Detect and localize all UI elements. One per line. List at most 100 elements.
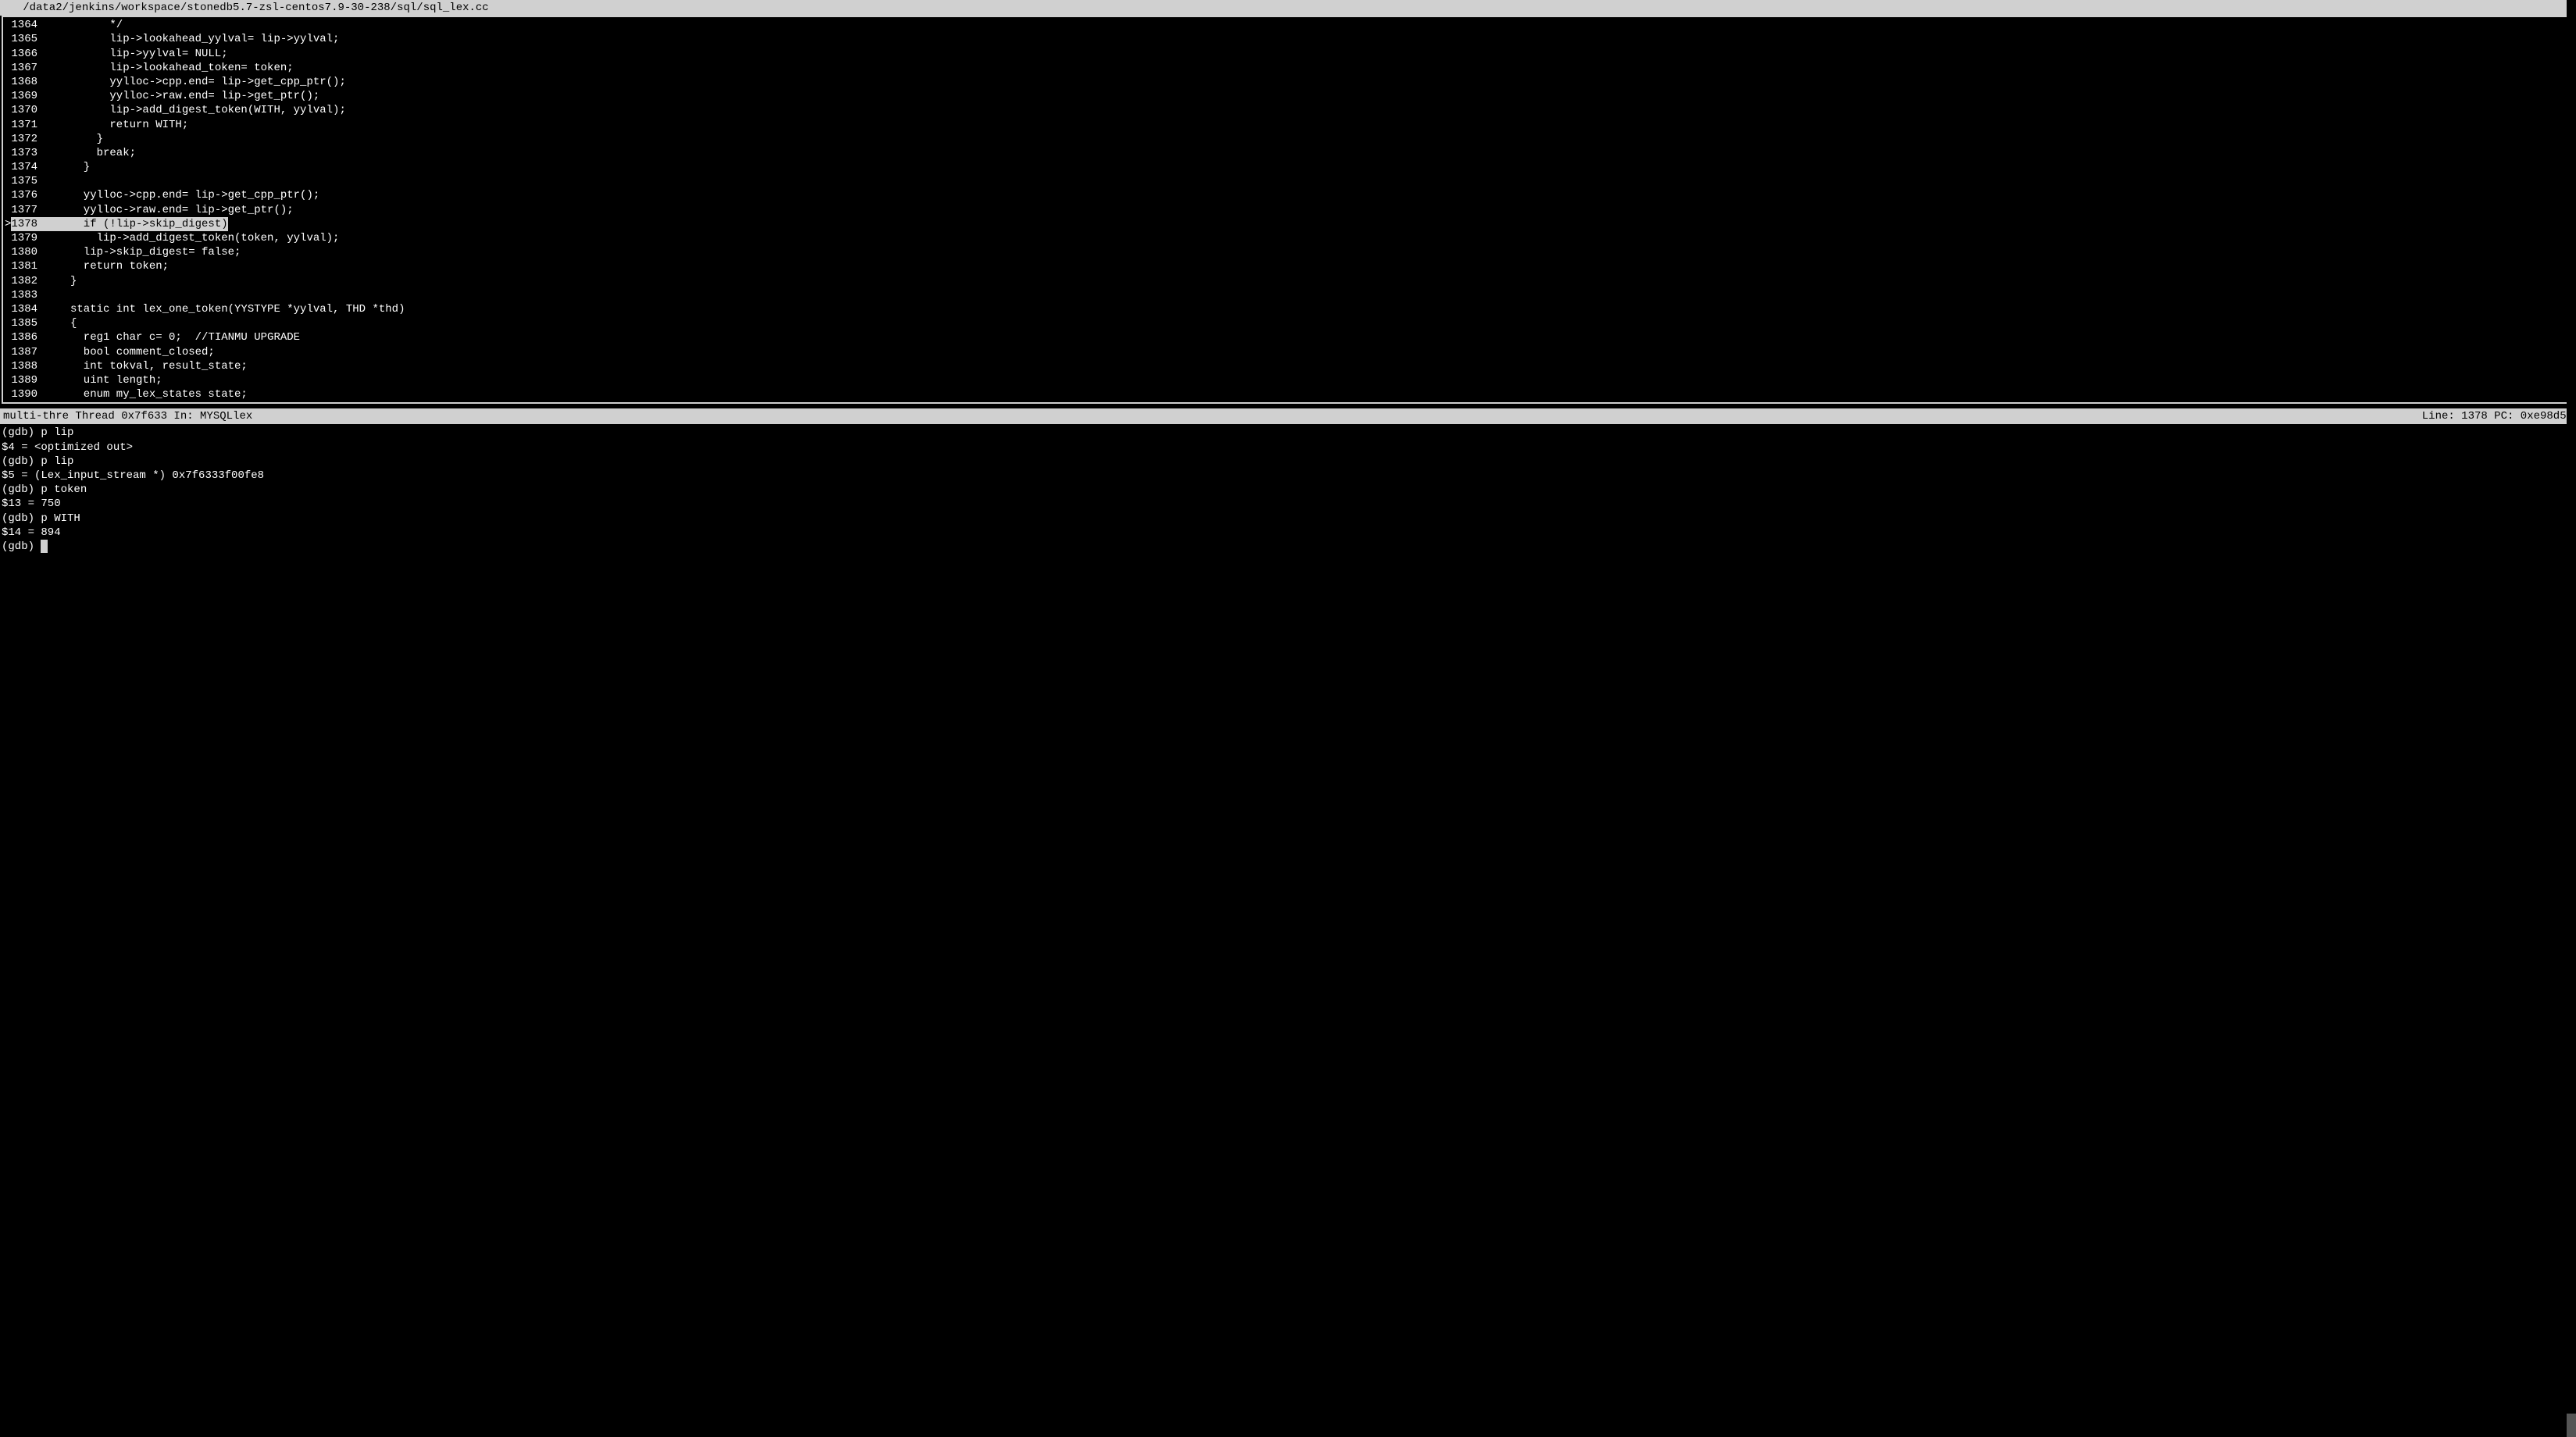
source-line: 1368 yylloc->cpp.end= lip->get_cpp_ptr()…	[5, 75, 2571, 89]
line-number: 1389	[11, 373, 44, 387]
console-line: $4 = <optimized out>	[2, 440, 2574, 455]
line-number: 1382	[11, 274, 44, 288]
status-right: Line: 1378 PC: 0xe98d58	[2422, 409, 2573, 423]
source-line: 1373 break;	[5, 146, 2571, 160]
code-text: bool comment_closed;	[44, 345, 2571, 359]
code-text: int tokval, result_state;	[44, 359, 2571, 373]
current-line-marker	[5, 103, 11, 117]
current-line-marker	[5, 288, 11, 302]
source-pane[interactable]: 1364 */ 1365 lip->lookahead_yylval= lip-…	[2, 16, 2574, 404]
code-text	[44, 288, 2571, 302]
source-line: 1365 lip->lookahead_yylval= lip->yylval;	[5, 32, 2571, 46]
source-line: 1380 lip->skip_digest= false;	[5, 245, 2571, 259]
current-line-marker	[5, 231, 11, 245]
code-text: lip->lookahead_token= token;	[44, 61, 2571, 75]
current-line-marker	[5, 32, 11, 46]
source-line: 1386 reg1 char c= 0; //TIANMU UPGRADE	[5, 330, 2571, 344]
line-number: 1378	[11, 217, 44, 231]
source-line: 1369 yylloc->raw.end= lip->get_ptr();	[5, 89, 2571, 103]
source-line: 1364 */	[5, 18, 2571, 32]
line-number: 1377	[11, 203, 44, 217]
current-line-marker	[5, 245, 11, 259]
source-line: 1390 enum my_lex_states state;	[5, 387, 2571, 401]
current-line-marker	[5, 188, 11, 202]
scrollbar-track[interactable]	[2567, 0, 2576, 1437]
source-line: 1371 return WITH;	[5, 118, 2571, 132]
code-text: yylloc->raw.end= lip->get_ptr();	[44, 203, 2571, 217]
source-line: 1377 yylloc->raw.end= lip->get_ptr();	[5, 203, 2571, 217]
source-line: 1387 bool comment_closed;	[5, 345, 2571, 359]
current-line-marker	[5, 89, 11, 103]
console-line: (gdb) p WITH	[2, 512, 2574, 526]
status-bar: multi-thre Thread 0x7f633 In: MYSQLlex L…	[0, 408, 2576, 424]
console-line: $14 = 894	[2, 526, 2574, 540]
line-number: 1384	[11, 302, 44, 316]
code-text: if (!lip->skip_digest)	[44, 217, 2571, 231]
source-line: 1374 }	[5, 160, 2571, 174]
line-number: 1385	[11, 316, 44, 330]
current-line-marker	[5, 274, 11, 288]
source-line: 1375	[5, 174, 2571, 188]
source-line: 1383	[5, 288, 2571, 302]
scrollbar-thumb[interactable]	[2567, 1414, 2576, 1437]
gdb-prompt[interactable]: (gdb)	[2, 540, 2574, 554]
current-line-marker	[5, 203, 11, 217]
code-text: yylloc->cpp.end= lip->get_cpp_ptr();	[44, 188, 2571, 202]
line-number: 1383	[11, 288, 44, 302]
current-line-marker: >	[5, 217, 11, 231]
line-number: 1390	[11, 387, 44, 401]
current-line-marker	[5, 330, 11, 344]
line-number: 1379	[11, 231, 44, 245]
source-line: 1389 uint length;	[5, 373, 2571, 387]
current-line-marker	[5, 345, 11, 359]
code-text: enum my_lex_states state;	[44, 387, 2571, 401]
code-text: */	[44, 18, 2571, 32]
current-line-marker	[5, 302, 11, 316]
line-number: 1370	[11, 103, 44, 117]
line-number: 1367	[11, 61, 44, 75]
console-line: $13 = 750	[2, 497, 2574, 511]
status-left: multi-thre Thread 0x7f633 In: MYSQLlex	[3, 409, 252, 423]
code-text: }	[44, 274, 2571, 288]
cursor	[41, 540, 47, 553]
current-line-marker	[5, 132, 11, 146]
code-text: lip->yylval= NULL;	[44, 47, 2571, 61]
source-line: 1381 return token;	[5, 259, 2571, 273]
source-line: 1366 lip->yylval= NULL;	[5, 47, 2571, 61]
line-number: 1375	[11, 174, 44, 188]
current-line-marker	[5, 47, 11, 61]
console-line: (gdb) p token	[2, 483, 2574, 497]
line-number: 1373	[11, 146, 44, 160]
code-text: yylloc->raw.end= lip->get_ptr();	[44, 89, 2571, 103]
code-text: break;	[44, 146, 2571, 160]
line-number: 1386	[11, 330, 44, 344]
source-line: 1385 {	[5, 316, 2571, 330]
line-number: 1374	[11, 160, 44, 174]
code-text: lip->add_digest_token(WITH, yylval);	[44, 103, 2571, 117]
source-line: 1370 lip->add_digest_token(WITH, yylval)…	[5, 103, 2571, 117]
current-line-marker	[5, 373, 11, 387]
line-number: 1365	[11, 32, 44, 46]
file-path-header: /data2/jenkins/workspace/stonedb5.7-zsl-…	[0, 0, 2576, 16]
code-text: reg1 char c= 0; //TIANMU UPGRADE	[44, 330, 2571, 344]
line-number: 1376	[11, 188, 44, 202]
current-line-marker	[5, 118, 11, 132]
line-number: 1380	[11, 245, 44, 259]
current-line-marker	[5, 174, 11, 188]
source-line: 1367 lip->lookahead_token= token;	[5, 61, 2571, 75]
code-text: }	[44, 132, 2571, 146]
code-text: static int lex_one_token(YYSTYPE *yylval…	[44, 302, 2571, 316]
code-text: {	[44, 316, 2571, 330]
code-text: yylloc->cpp.end= lip->get_cpp_ptr();	[44, 75, 2571, 89]
console-line: (gdb) p lip	[2, 455, 2574, 469]
line-number: 1388	[11, 359, 44, 373]
line-number: 1366	[11, 47, 44, 61]
source-line: 1379 lip->add_digest_token(token, yylval…	[5, 231, 2571, 245]
current-line-marker	[5, 146, 11, 160]
source-line: >1378 if (!lip->skip_digest)	[5, 217, 2571, 231]
line-number: 1387	[11, 345, 44, 359]
gdb-console[interactable]: (gdb) p lip$4 = <optimized out>(gdb) p l…	[0, 424, 2576, 1437]
code-text: lip->lookahead_yylval= lip->yylval;	[44, 32, 2571, 46]
current-line-marker	[5, 387, 11, 401]
console-line: (gdb) p lip	[2, 426, 2574, 440]
